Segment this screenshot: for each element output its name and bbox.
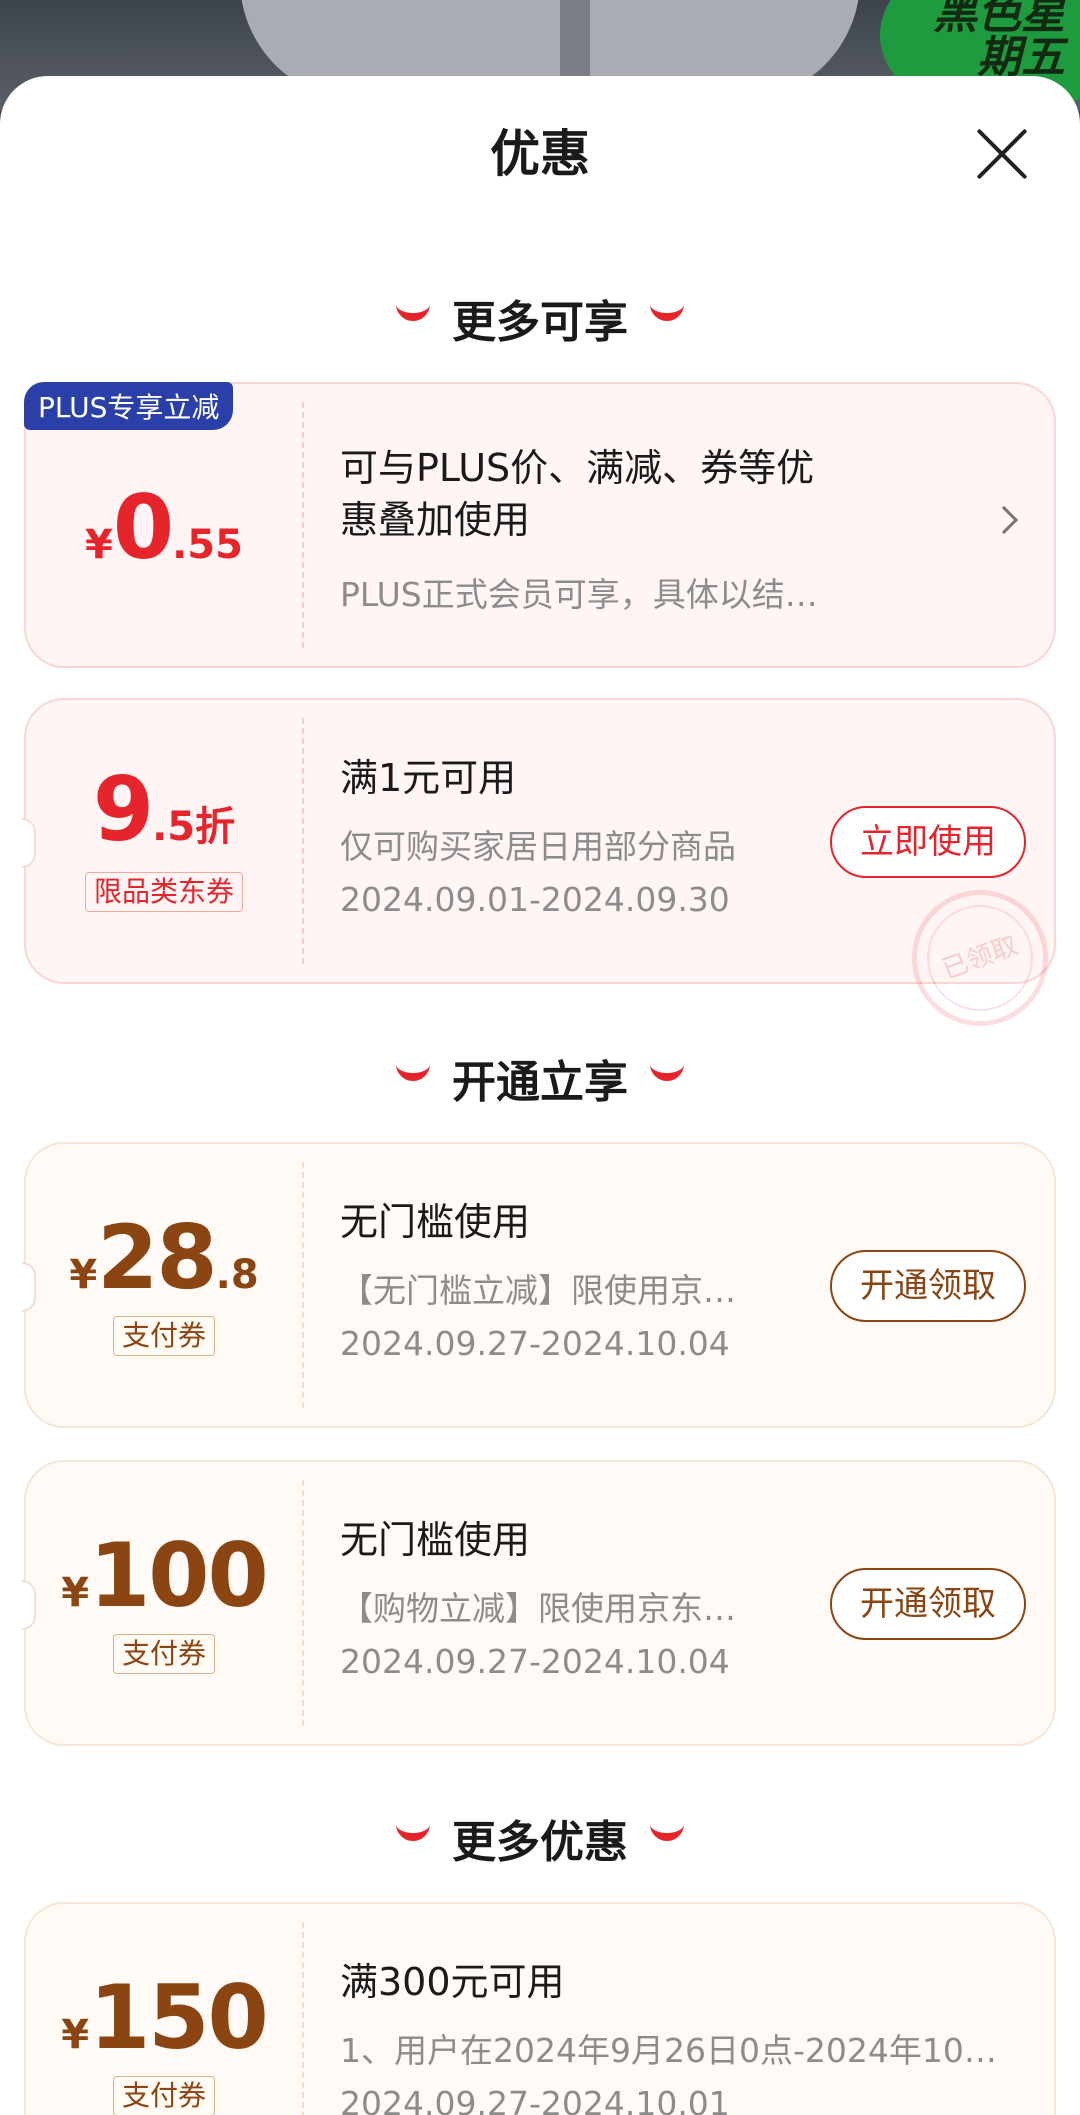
chevron-right-icon[interactable] [989, 505, 1019, 535]
coupon-date: 2024.09.27-2024.10.04 [340, 1324, 730, 1363]
open-claim-button[interactable]: 开通领取 [830, 1568, 1026, 1640]
coupon-tag: 支付券 [26, 1316, 302, 1356]
smile-icon [396, 1063, 430, 1081]
coupon-date: 2024.09.01-2024.09.30 [340, 880, 730, 919]
sheet-title: 优惠 [490, 125, 590, 183]
coupon-category-discount: 9.5折 限品类东券 满1元可用 仅可购买家居日用部分商品 2024.09.01… [22, 698, 1068, 1046]
coupon-description: 仅可购买家居日用部分商品 [340, 827, 736, 866]
coupon-title: 无门槛使用 [340, 1200, 531, 1244]
coupon-divider [302, 1922, 304, 2115]
section-header-more-enjoy: 更多可享 [0, 286, 1080, 350]
promo-badge-text: 黑色星期五 [933, 0, 1065, 83]
section-title: 开通立享 [452, 1057, 628, 1108]
coupon-title: 满1元可用 [340, 756, 517, 800]
coupon-tag: 支付券 [26, 1634, 302, 1674]
coupon-payment-28: ¥28.8 支付券 无门槛使用 【无门槛立减】限使用京… 2024.09.27-… [22, 1142, 1056, 1428]
section-title: 更多可享 [452, 297, 628, 348]
use-now-button[interactable]: 立即使用 [830, 806, 1026, 878]
coupon-title: 满300元可用 [340, 1960, 565, 2004]
coupon-date: 2024.09.27-2024.10.01 [340, 2084, 730, 2115]
close-icon[interactable] [972, 124, 1032, 184]
coupon-divider [302, 718, 304, 964]
smile-icon [650, 1063, 684, 1081]
coupon-description: 1、用户在2024年9月26日0点-2024年10… [340, 2031, 997, 2070]
coupon-tag: 限品类东券 [26, 872, 302, 912]
coupon-date: 2024.09.27-2024.10.04 [340, 1642, 730, 1681]
coupon-title: 无门槛使用 [340, 1518, 531, 1562]
coupon-amount: ¥100 [61, 1524, 269, 1627]
section-title: 更多优惠 [452, 1817, 628, 1868]
coupon-payment-100: ¥100 支付券 无门槛使用 【购物立减】限使用京东… 2024.09.27-2… [22, 1460, 1056, 1746]
section-header-more-offers: 更多优惠 [0, 1806, 1080, 1870]
coupon-amount: 9.5折 [92, 758, 236, 861]
coupon-description: 【购物立减】限使用京东… [340, 1589, 736, 1628]
coupon-amount: ¥28.8 [69, 1206, 259, 1309]
coupon-divider [302, 1162, 304, 1408]
coupon-description: 【无门槛立减】限使用京… [340, 1271, 736, 1310]
section-header-open-enjoy: 开通立享 [0, 1046, 1080, 1110]
coupon-divider [302, 402, 304, 648]
coupon-tag: 支付券 [26, 2076, 302, 2115]
smile-icon [396, 303, 430, 321]
coupon-title-line1: 可与PLUS价、满减、券等优 [340, 446, 815, 490]
coupon-amount: ¥150 [61, 1966, 269, 2069]
claimed-stamp: 已领取 [892, 870, 1068, 1046]
open-claim-button[interactable]: 开通领取 [830, 1250, 1026, 1322]
coupon-payment-150: ¥150 支付券 满300元可用 1、用户在2024年9月26日0点-2024年… [24, 1902, 1056, 2115]
smile-icon [650, 303, 684, 321]
smile-icon [650, 1823, 684, 1841]
offers-sheet: 优惠 更多可享 PLUS专享立减 ¥0.55 可与PLUS价、满减、券等优 惠叠… [0, 76, 1080, 2115]
coupon-description: PLUS正式会员可享，具体以结… [340, 575, 818, 614]
coupon-divider [302, 1480, 304, 1726]
coupon-title-line2: 惠叠加使用 [340, 498, 531, 542]
coupon-plus-discount[interactable]: PLUS专享立减 ¥0.55 可与PLUS价、满减、券等优 惠叠加使用 PLUS… [24, 382, 1056, 668]
plus-badge: PLUS专享立减 [24, 382, 234, 430]
coupon-amount: ¥0.55 [85, 476, 243, 579]
smile-icon [396, 1823, 430, 1841]
